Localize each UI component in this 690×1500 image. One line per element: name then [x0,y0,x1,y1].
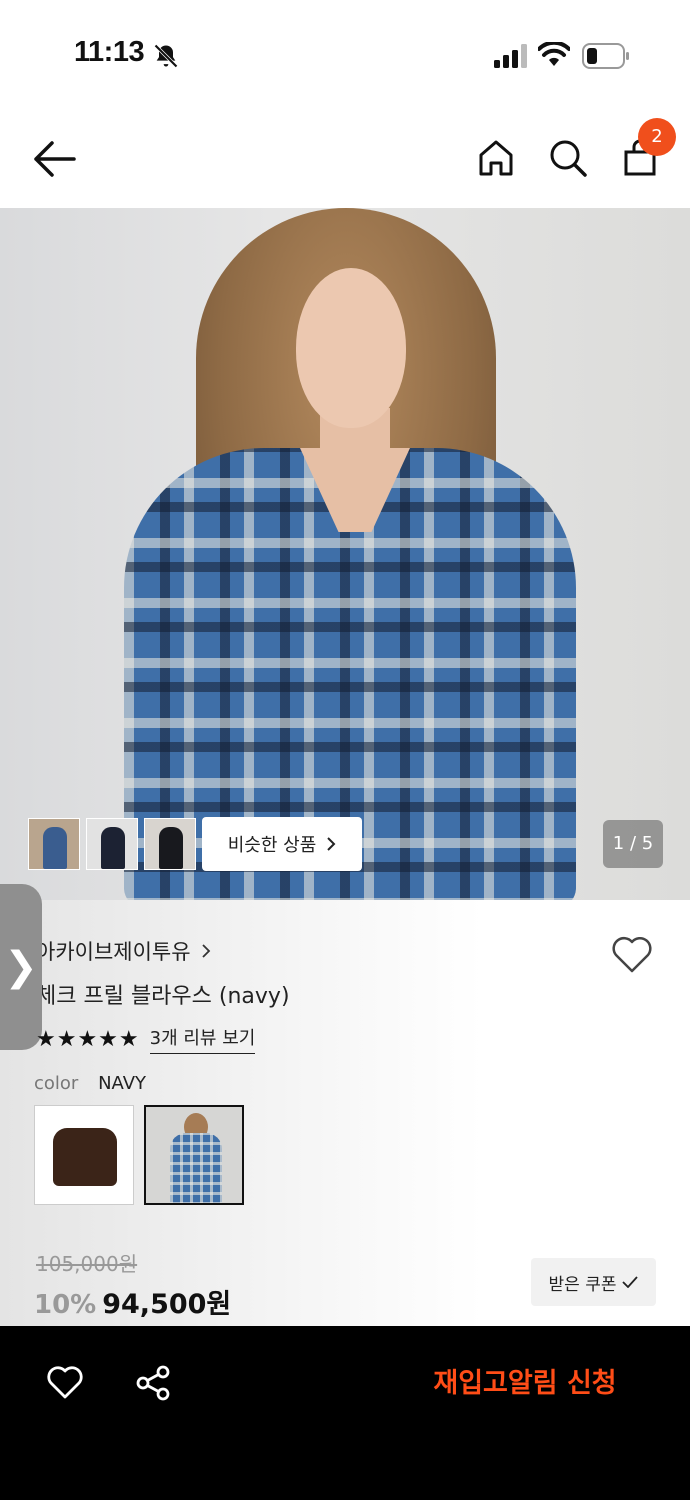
battery-icon [582,43,629,69]
wifi-icon [538,42,570,66]
bell-off-icon [154,44,178,68]
price-row: 10% 94,500원 [34,1282,231,1321]
back-arrow-icon[interactable] [30,138,78,180]
cellular-signal-icon [494,44,527,68]
status-time: 11:13 [74,36,145,68]
gallery-thumbnail-2[interactable] [86,818,138,870]
discount-rate: 10% [34,1290,97,1320]
heart-outline-icon[interactable] [610,934,654,974]
color-option-brown[interactable] [34,1105,134,1205]
brand-name: 아카이브제이투유 [36,940,191,964]
received-coupon-button[interactable]: 받은 쿠폰 [531,1258,656,1306]
heart-outline-icon[interactable] [46,1364,84,1400]
image-page-indicator: 1 / 5 [603,820,663,868]
coupon-label: 받은 쿠폰 [548,1274,617,1295]
status-bar: 11:13 [0,0,690,110]
review-link[interactable]: 3개 리뷰 보기 [149,1024,256,1054]
model-face [296,268,406,428]
search-icon[interactable] [546,136,590,180]
check-icon [622,1276,639,1288]
top-nav [0,110,690,208]
bottom-action-bar: 재입고알림 신청 [0,1326,690,1500]
rating-row: ★★★★★ 3개 리뷰 보기 [36,1024,256,1054]
gallery-thumbnails [28,818,196,872]
product-name: 체크 프릴 블라우스 (navy) [36,984,290,1009]
gallery-thumbnail-1[interactable] [28,818,80,870]
color-option-navy[interactable] [144,1105,244,1205]
brown-blouse-image [53,1128,117,1186]
similar-products-label: 비슷한 상품 [227,835,317,856]
cart-count-badge: 2 [638,118,676,156]
brand-link[interactable]: 아카이브제이투유 [36,936,211,966]
color-row: color NAVY [34,1073,146,1094]
color-value: NAVY [98,1073,146,1094]
home-icon[interactable] [474,136,518,180]
rating-stars: ★★★★★ [36,1026,140,1052]
color-label: color [34,1073,79,1094]
original-price: 105,000원 [36,1252,138,1276]
sale-price: 94,500원 [102,1289,232,1320]
navy-blouse-image [170,1133,222,1203]
similar-products-button[interactable]: 비슷한 상품 [202,817,362,871]
restock-alert-button[interactable]: 재입고알림 신청 [420,1364,630,1404]
gallery-thumbnail-3[interactable] [144,818,196,870]
share-icon[interactable] [134,1364,172,1402]
chevron-right-icon [201,944,210,958]
chevron-right-icon [327,837,336,851]
product-main-image[interactable] [0,208,690,900]
